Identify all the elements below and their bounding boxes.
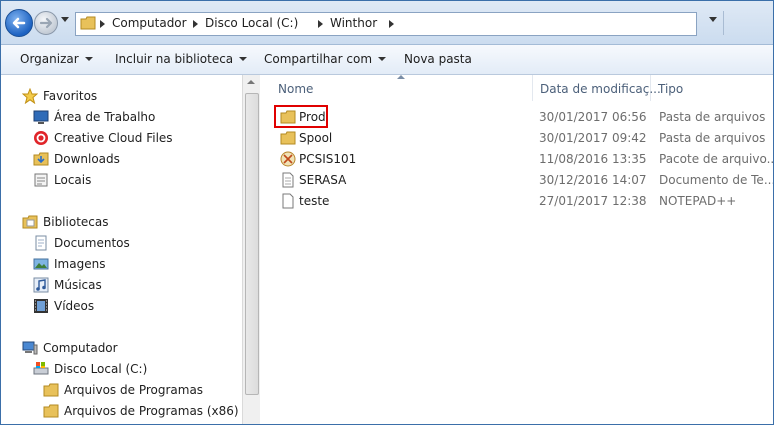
include-library-label: Incluir na biblioteca	[115, 52, 234, 66]
share-menu-button[interactable]: Compartilhar com	[264, 52, 387, 66]
nav-item-label: Arquivos de Programas	[64, 383, 204, 397]
downloads-folder-icon	[33, 152, 49, 166]
scroll-thumb[interactable]	[245, 93, 259, 395]
pictures-icon	[33, 258, 49, 270]
recent-pages-dropdown[interactable]	[61, 17, 69, 22]
breadcrumb-separator-icon[interactable]	[193, 20, 198, 28]
file-date: 11/08/2016 13:35	[539, 152, 647, 166]
command-bar: Organizar Incluir na biblioteca Comparti…	[1, 45, 773, 75]
column-header-name[interactable]: Nome	[270, 75, 533, 101]
nav-pane-scrollbar[interactable]	[242, 75, 260, 424]
file-date: 30/01/2017 06:56	[539, 110, 647, 124]
column-header-label: Tipo	[658, 82, 684, 96]
star-icon	[22, 88, 38, 104]
file-type: Pacote de arquivo...	[659, 152, 774, 166]
music-icon	[33, 277, 49, 293]
folder-icon	[43, 383, 59, 397]
nav-item-label: Disco Local (C:)	[54, 362, 148, 376]
back-button[interactable]	[5, 9, 33, 37]
nav-libraries-label: Bibliotecas	[43, 215, 109, 229]
chevron-down-icon	[239, 57, 248, 61]
file-name: SERASA	[299, 173, 347, 187]
file-name: PCSIS101	[299, 152, 357, 166]
nav-item-label: Documentos	[54, 236, 130, 250]
folder-icon	[280, 131, 296, 145]
chevron-down-icon	[378, 57, 387, 61]
nav-favorites-label: Favoritos	[43, 89, 98, 103]
folder-icon	[43, 404, 59, 418]
file-type: Pasta de arquivos	[659, 131, 766, 145]
column-header-label: Data de modificaç...	[540, 82, 661, 96]
forward-arrow-icon	[39, 17, 53, 29]
organize-label: Organizar	[20, 52, 79, 66]
folder-icon	[80, 16, 96, 30]
breadcrumb-winthor[interactable]: Winthor	[330, 16, 377, 30]
file-date: 30/01/2017 09:42	[539, 131, 647, 145]
share-label: Compartilhar com	[264, 52, 373, 66]
breadcrumb-separator-icon[interactable]	[318, 20, 323, 28]
nav-computer-label: Computador	[43, 341, 118, 355]
nav-item-label: Downloads	[54, 152, 120, 166]
libraries-icon	[22, 215, 38, 229]
breadcrumb-disco-local[interactable]: Disco Local (C:)	[205, 16, 298, 30]
nav-item-label: Vídeos	[54, 299, 95, 313]
new-folder-button[interactable]: Nova pasta	[404, 52, 472, 66]
file-name: Spool	[299, 131, 333, 145]
nav-item-label: Locais	[54, 173, 92, 187]
creative-cloud-icon	[34, 131, 48, 145]
nav-item-label: Creative Cloud Files	[54, 131, 173, 145]
include-library-menu-button[interactable]: Incluir na biblioteca	[115, 52, 248, 66]
file-row-spool[interactable]: Spool 30/01/2017 09:42 Pasta de arquivos	[260, 128, 773, 149]
nav-item-label: Imagens	[54, 257, 106, 271]
file-date: 30/12/2016 14:07	[539, 173, 647, 187]
drive-icon	[33, 362, 49, 375]
videos-icon	[34, 299, 48, 313]
nav-item-label: Área de Trabalho	[54, 110, 156, 124]
navigation-pane: Favoritos Área de Trabalho Creative Clou…	[1, 75, 241, 424]
text-document-icon	[282, 172, 294, 188]
file-row-teste[interactable]: teste 27/01/2017 12:38 NOTEPAD++	[260, 191, 773, 212]
file-list: Nome Data de modificaç... Tipo Prod 30/0…	[260, 75, 773, 424]
breadcrumb-separator-icon[interactable]	[389, 20, 394, 28]
breadcrumb-separator-icon[interactable]	[100, 20, 105, 28]
column-header-label: Nome	[278, 82, 314, 96]
column-header-date[interactable]: Data de modificaç...	[532, 75, 661, 101]
highlight-box	[274, 105, 328, 128]
file-row-prod[interactable]: Prod 30/01/2017 06:56 Pasta de arquivos	[260, 107, 773, 128]
notepad-file-icon	[282, 193, 294, 209]
file-type: Documento de Te...	[659, 173, 774, 187]
nav-item-label: Músicas	[54, 278, 102, 292]
chevron-down-icon	[84, 57, 93, 61]
address-bar-area: Computador Disco Local (C:) Winthor	[1, 1, 773, 45]
file-date: 27/01/2017 12:38	[539, 194, 647, 208]
archive-icon	[280, 151, 296, 167]
desktop-icon	[33, 110, 49, 124]
organize-menu-button[interactable]: Organizar	[20, 52, 93, 66]
file-row-serasa[interactable]: SERASA 30/12/2016 14:07 Documento de Te.…	[260, 170, 773, 191]
back-arrow-icon	[12, 17, 26, 29]
file-name: teste	[299, 194, 330, 208]
computer-icon	[22, 341, 38, 355]
breadcrumb-computador[interactable]: Computador	[112, 16, 187, 30]
nav-item-label: Arquivos de Programas (x86)	[64, 404, 239, 418]
forward-button[interactable]	[34, 11, 58, 35]
explorer-window: Computador Disco Local (C:) Winthor Orga…	[0, 0, 774, 425]
scroll-up-icon[interactable]	[247, 80, 255, 84]
documents-icon	[35, 235, 47, 251]
address-dropdown[interactable]	[709, 17, 717, 22]
address-input[interactable]: Computador Disco Local (C:) Winthor	[75, 12, 697, 36]
recent-places-icon	[34, 173, 48, 187]
column-header-type[interactable]: Tipo	[650, 75, 772, 101]
divider	[723, 11, 724, 35]
file-type: NOTEPAD++	[659, 194, 737, 208]
file-row-pcsis101[interactable]: PCSIS101 11/08/2016 13:35 Pacote de arqu…	[260, 149, 773, 170]
file-type: Pasta de arquivos	[659, 110, 766, 124]
